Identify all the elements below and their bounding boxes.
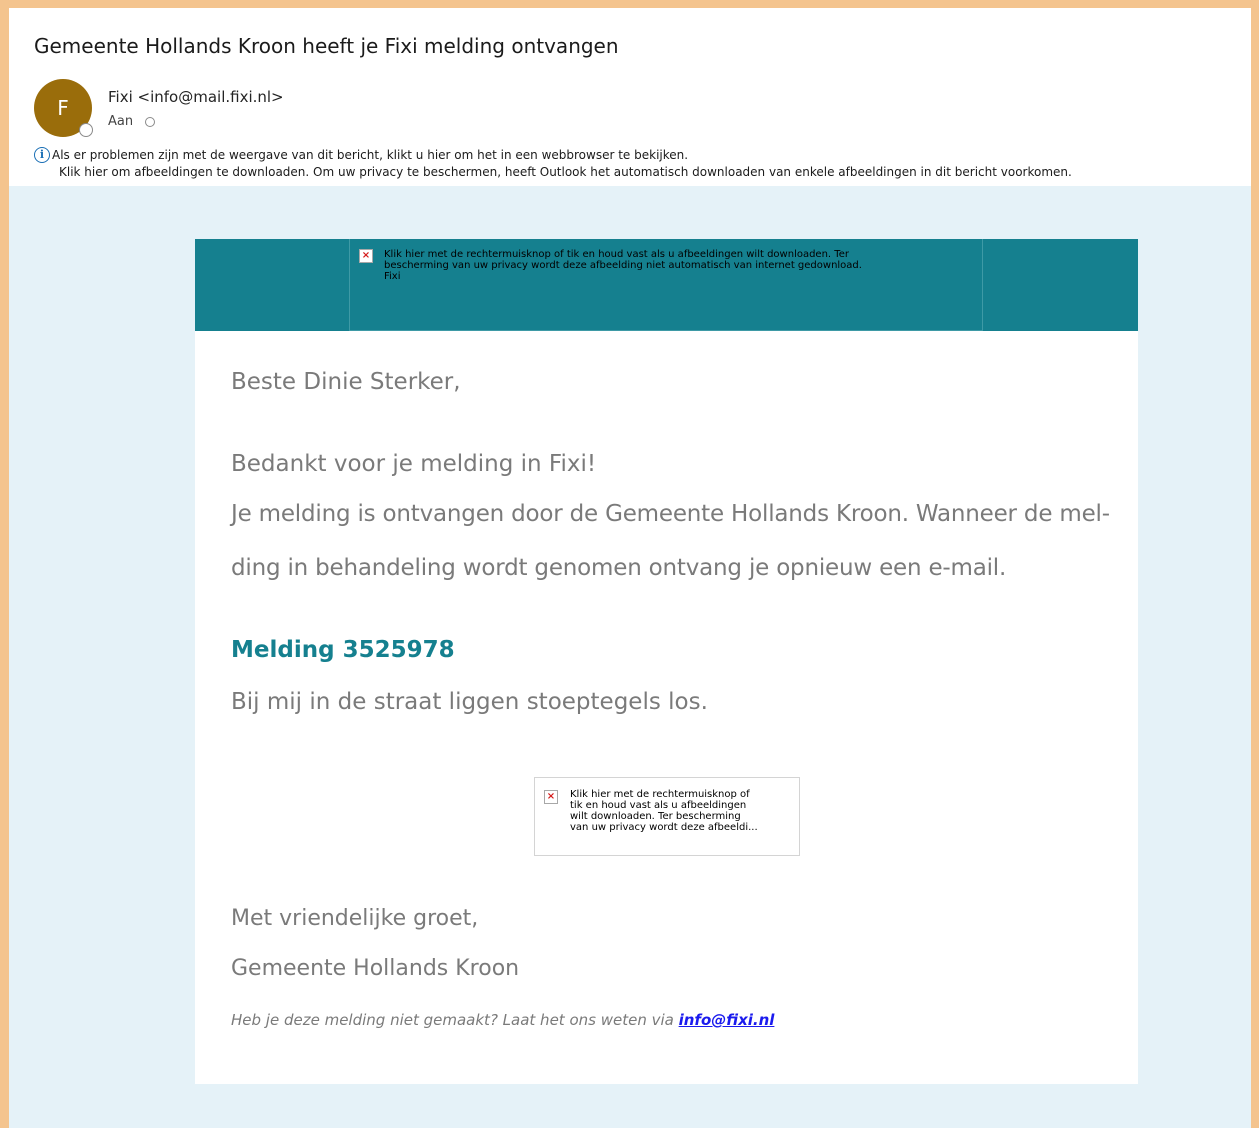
presence-status-icon	[79, 123, 93, 137]
content-card: Beste Dinie Sterker, Bedankt voor je mel…	[195, 331, 1138, 1084]
melding-description: Bij mij in de straat liggen stoeptegels …	[231, 689, 708, 715]
placeholder-text-2: tik en houd vast als u afbeeldingen	[570, 800, 747, 811]
placeholder-text-3: Fixi	[384, 271, 401, 282]
inline-image-placeholder[interactable]: × Klik hier met de rechtermuisknop of ti…	[534, 777, 800, 856]
footer-text: Heb je deze melding niet gemaakt? Laat h…	[231, 1011, 679, 1029]
view-in-browser-link[interactable]: Als er problemen zijn met de weergave va…	[52, 148, 688, 162]
placeholder-text-1: Klik hier met de rechtermuisknop of tik …	[384, 249, 849, 260]
received-text-line-1: Je melding is ontvangen door de Gemeente…	[231, 501, 1110, 527]
message-body: × Klik hier met de rechtermuisknop of ti…	[9, 186, 1251, 1128]
footer-note: Heb je deze melding niet gemaakt? Laat h…	[231, 1011, 774, 1029]
melding-title: Melding 3525978	[231, 637, 455, 663]
placeholder-text-2: bescherming van uw privacy wordt deze af…	[384, 260, 862, 271]
broken-image-icon: ×	[359, 249, 373, 263]
received-text-line-2: ding in behandeling wordt genomen ontvan…	[231, 555, 1007, 581]
organisation-name: Gemeente Hollands Kroon	[231, 956, 520, 981]
to-label: Aan	[108, 114, 134, 129]
closing-regards: Met vriendelijke groet,	[231, 906, 479, 931]
sender-address[interactable]: Fixi <info@mail.fixi.nl>	[108, 88, 284, 106]
download-images-link[interactable]: Klik hier om afbeeldingen te downloaden.…	[59, 165, 1072, 179]
broken-image-icon: ×	[544, 790, 558, 804]
contact-email-link[interactable]: info@fixi.nl	[679, 1011, 775, 1029]
placeholder-text-4: van uw privacy wordt deze afbeeldi...	[570, 822, 758, 833]
info-icon: i	[34, 147, 50, 163]
placeholder-text-1: Klik hier met de rechtermuisknop of	[570, 789, 750, 800]
placeholder-text-3: wilt downloaden. Ter bescherming	[570, 811, 741, 822]
thanks-text: Bedankt voor je melding in Fixi!	[231, 451, 597, 477]
email-reading-pane: Gemeente Hollands Kroon heeft je Fixi me…	[9, 8, 1251, 1128]
recipient-row[interactable]: Aan	[108, 114, 156, 129]
recipient-status-icon	[145, 116, 156, 127]
header-banner: × Klik hier met de rechtermuisknop of ti…	[195, 239, 1138, 331]
banner-image-placeholder[interactable]: × Klik hier met de rechtermuisknop of ti…	[349, 239, 983, 331]
email-subject: Gemeente Hollands Kroon heeft je Fixi me…	[34, 34, 619, 58]
avatar-initial: F	[57, 96, 69, 120]
greeting: Beste Dinie Sterker,	[231, 369, 461, 395]
